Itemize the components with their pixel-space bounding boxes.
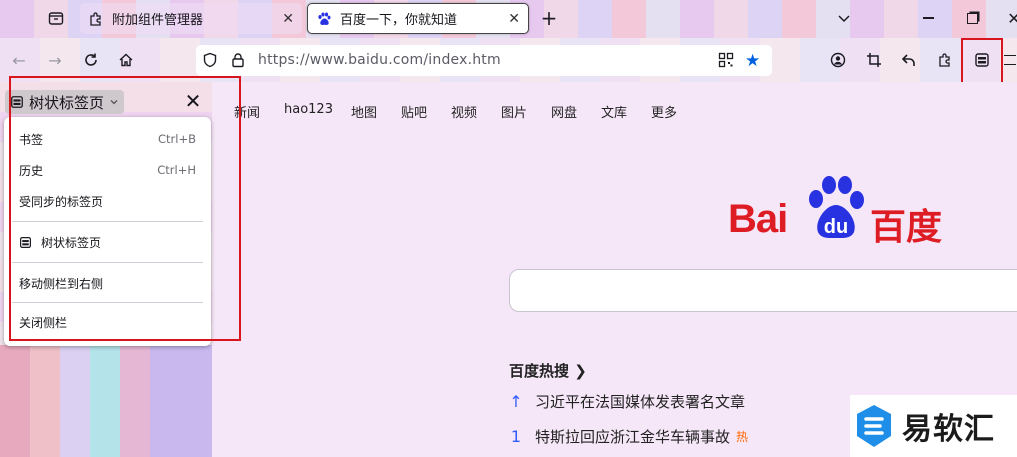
- home-icon: [119, 53, 133, 67]
- plus-icon: +: [540, 6, 558, 30]
- hot-search-title[interactable]: 百度热搜 ❯: [509, 360, 587, 381]
- baidu-link-images[interactable]: 图片: [501, 102, 527, 121]
- watermark: 易软汇: [850, 395, 1017, 457]
- hot-search-item[interactable]: 1 特斯拉回应浙江金华车辆事故 热: [509, 426, 748, 447]
- baidu-paw-icon: [318, 12, 331, 25]
- hot-search-title-text: 百度热搜: [509, 362, 570, 380]
- hot-item-text: 习近平在法国媒体发表署名文章: [535, 393, 746, 411]
- arrow-left-icon: ←: [12, 50, 26, 70]
- hot-badge: 热: [736, 430, 749, 444]
- tab-baidu[interactable]: 百度一下，你就知道 ✕: [307, 3, 529, 34]
- baidu-link-more[interactable]: 更多: [651, 102, 677, 121]
- logo-text-chinese: 百度: [870, 207, 943, 248]
- forward-button[interactable]: →: [41, 46, 69, 74]
- chevron-down-icon: [838, 15, 850, 23]
- shield-icon[interactable]: [202, 52, 218, 68]
- maximize-button[interactable]: [958, 4, 986, 32]
- hamburger-icon: [1004, 55, 1016, 65]
- url-text: https://www.baidu.com/index.htm: [258, 52, 501, 68]
- reload-button[interactable]: [77, 46, 105, 74]
- close-window-button[interactable]: ✕: [1000, 4, 1017, 32]
- tab-close-icon[interactable]: ✕: [282, 11, 294, 27]
- baidu-link-hao123[interactable]: hao123: [284, 102, 333, 117]
- puzzle-icon: [90, 11, 101, 26]
- hot-item-text: 特斯拉回应浙江金华车辆事故: [535, 428, 731, 446]
- undo-arrow-icon: [901, 54, 915, 66]
- screenshot-button[interactable]: [860, 46, 888, 74]
- account-button[interactable]: [824, 46, 852, 74]
- firefox-view-button[interactable]: [42, 4, 70, 32]
- minimize-icon: [922, 17, 934, 19]
- qr-code-icon[interactable]: [718, 52, 734, 68]
- highlight-box-sidebar-menu: [9, 76, 241, 341]
- watermark-logo-icon: [857, 405, 891, 447]
- extensions-button[interactable]: [931, 46, 959, 74]
- account-icon: [830, 52, 846, 68]
- bookmark-star-icon[interactable]: ★: [745, 51, 760, 71]
- tab-title: 百度一下，你就知道: [340, 13, 458, 28]
- watermark-text: 易软汇: [902, 412, 995, 447]
- url-bar[interactable]: https://www.baidu.com/index.htm ★: [196, 45, 772, 76]
- hot-rank: ↑: [509, 392, 523, 411]
- baidu-link-tieba[interactable]: 贴吧: [401, 102, 427, 121]
- undo-close-tab-button[interactable]: [895, 46, 923, 74]
- lock-icon[interactable]: [230, 52, 246, 68]
- arrow-right-icon: →: [48, 50, 62, 70]
- crop-icon: [867, 53, 881, 67]
- baidu-link-wenku[interactable]: 文库: [601, 102, 627, 121]
- baidu-link-pan[interactable]: 网盘: [551, 102, 577, 121]
- hot-search-item[interactable]: ↑ 习近平在法国媒体发表署名文章: [509, 391, 745, 412]
- firefox-view-icon: [48, 12, 64, 25]
- baidu-search-input[interactable]: [509, 269, 1017, 312]
- tab-title: 附加组件管理器: [112, 13, 204, 28]
- baidu-link-video[interactable]: 视频: [451, 102, 477, 121]
- baidu-link-map[interactable]: 地图: [351, 102, 377, 121]
- sidebar-background: [0, 345, 212, 457]
- back-button[interactable]: ←: [5, 46, 33, 74]
- reload-icon: [85, 53, 97, 66]
- highlight-box-sidebar-button: [961, 38, 1003, 88]
- chevron-right-icon: ❯: [574, 362, 587, 380]
- baidu-logo: Bai du 百度: [728, 175, 948, 248]
- app-menu-button[interactable]: [1003, 46, 1017, 74]
- home-button[interactable]: [112, 46, 140, 74]
- new-tab-button[interactable]: +: [535, 4, 563, 32]
- hot-rank: 1: [510, 427, 522, 446]
- tab-close-icon[interactable]: ✕: [508, 11, 520, 27]
- puzzle-icon: [939, 53, 950, 67]
- logo-text-bai: Bai: [728, 197, 788, 241]
- list-all-tabs-button[interactable]: [830, 4, 858, 32]
- minimize-button[interactable]: [914, 4, 942, 32]
- baidu-paw-icon: du: [809, 176, 864, 239]
- close-icon: ✕: [1007, 8, 1017, 28]
- maximize-icon: [966, 12, 978, 24]
- logo-text-du: du: [824, 216, 848, 238]
- tab-addons-manager[interactable]: 附加组件管理器 ✕: [80, 3, 302, 34]
